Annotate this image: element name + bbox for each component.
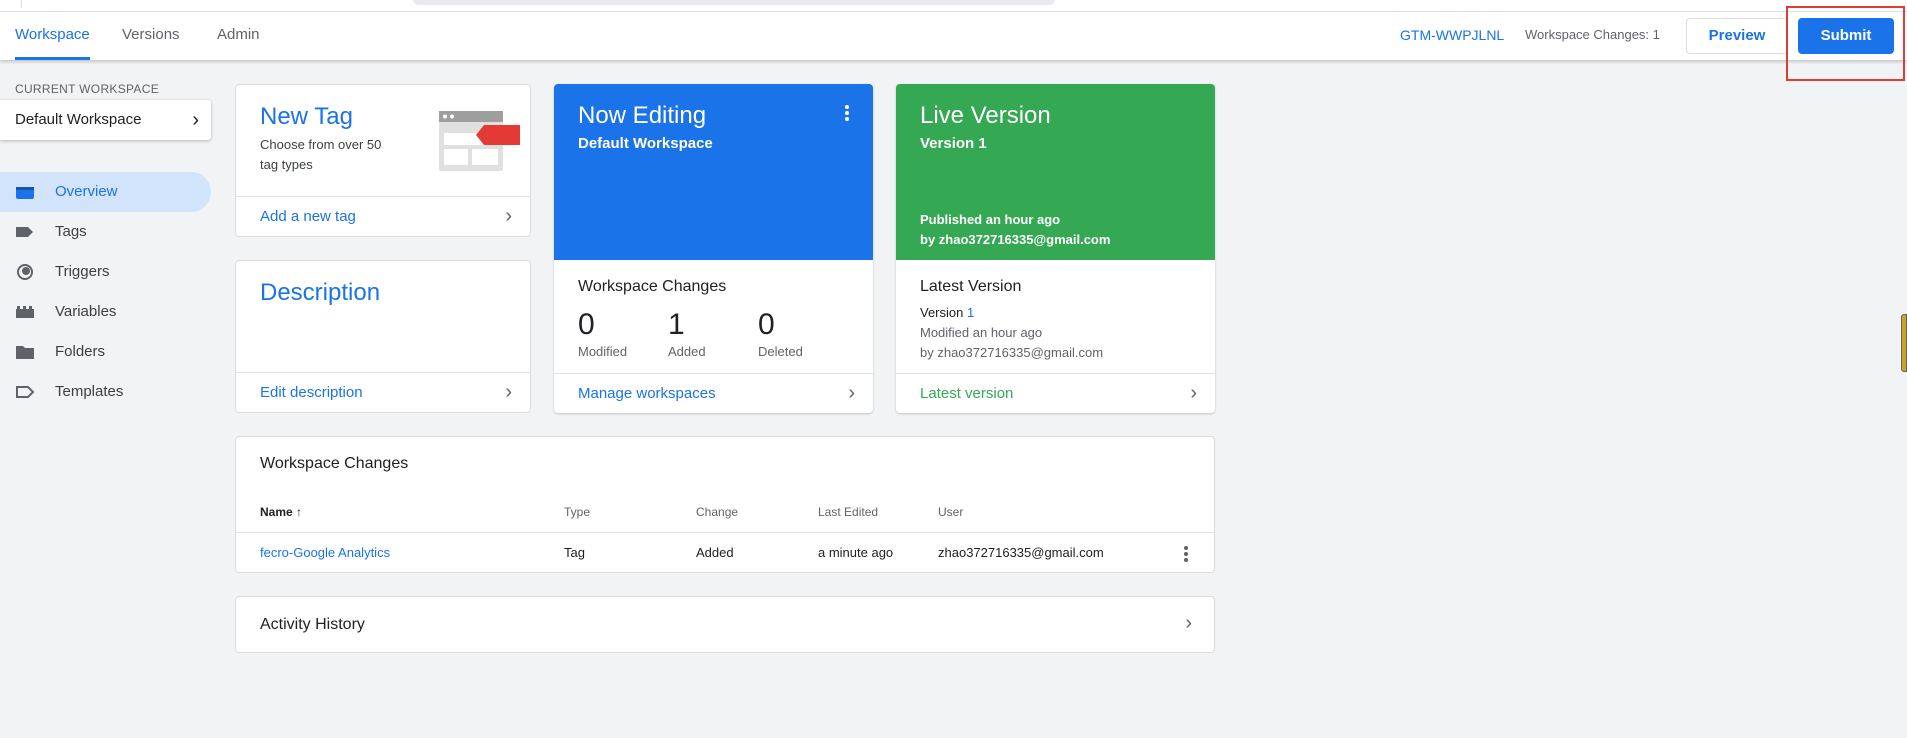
latest-modified: Modified an hour ago [920, 325, 1043, 340]
deleted-count: 0 [758, 308, 775, 341]
sidebar-item-label: Tags [55, 223, 87, 240]
variables-icon [16, 306, 34, 318]
side-panel-handle[interactable] [1901, 314, 1907, 372]
column-header-name[interactable]: Name ↑ [260, 505, 302, 519]
row-last-edited: a minute ago [818, 545, 894, 560]
add-new-tag-link[interactable]: Add a new tag [260, 197, 356, 236]
sidebar-item-templates[interactable]: Templates [0, 372, 211, 412]
latest-by: by zhao372716335@gmail.com [920, 345, 1104, 360]
container-id-link[interactable]: GTM-WWPJLNL [1400, 12, 1504, 60]
divider [21, 0, 22, 8]
latest-version-link[interactable]: Latest version [920, 374, 1013, 413]
workspace-changes-summary: Workspace Changes 0 Modified 1 Added 0 D… [554, 260, 873, 373]
activity-history-row[interactable]: Activity History › [235, 596, 1215, 653]
chevron-right-icon: › [848, 382, 855, 404]
description-card: Description Edit description › [235, 260, 531, 413]
column-header-change[interactable]: Change [696, 505, 738, 519]
trigger-icon [17, 264, 33, 280]
now-editing-header: Now Editing Default Workspace [554, 84, 873, 260]
modified-count: 0 [578, 308, 595, 341]
template-icon [16, 386, 35, 398]
chevron-right-icon: › [505, 381, 512, 403]
latest-version-prefix: Version [920, 305, 967, 320]
row-type: Tag [564, 545, 585, 560]
folder-icon [16, 346, 34, 359]
description-title[interactable]: Description [260, 279, 380, 307]
sidebar-item-folders[interactable]: Folders [0, 332, 211, 372]
new-tag-title[interactable]: New Tag [260, 103, 353, 131]
sidebar-item-variables[interactable]: Variables [0, 292, 211, 332]
app-header: Workspace Versions Admin GTM-WWPJLNL Wor… [0, 12, 1907, 60]
sidebar-item-label: Variables [55, 303, 117, 320]
modified-label: Modified [578, 344, 628, 359]
tag-icon [16, 227, 33, 237]
omnibar-edge [413, 0, 1055, 5]
sidebar-item-label: Triggers [55, 263, 110, 280]
chevron-right-icon: › [1190, 382, 1197, 404]
live-version-title: Live Version [920, 102, 1051, 129]
new-tag-desc-line2: tag types [260, 157, 313, 172]
deleted-label: Deleted [758, 344, 803, 359]
edit-description-link[interactable]: Edit description [260, 373, 363, 412]
arrow-up-icon: ↑ [296, 505, 303, 519]
workspace-changes-table: Workspace Changes Name ↑ Type Change Las… [235, 436, 1215, 573]
now-editing-workspace: Default Workspace [578, 135, 713, 152]
added-count: 1 [668, 308, 685, 341]
column-header-type[interactable]: Type [564, 505, 590, 519]
tab-admin[interactable]: Admin [217, 12, 260, 60]
chevron-right-icon: › [505, 205, 512, 227]
column-header-last-edited[interactable]: Last Edited [818, 505, 878, 519]
live-version-card: Live Version Version 1 Published an hour… [896, 84, 1215, 413]
submit-highlight-box [1786, 6, 1905, 81]
column-header-user[interactable]: User [938, 505, 963, 519]
column-header-label: Name [260, 505, 293, 519]
live-published-time: Published an hour ago [920, 212, 1061, 227]
more-vert-icon[interactable] [1183, 545, 1189, 563]
latest-version-summary: Latest Version Version 1 Modified an hou… [896, 260, 1215, 373]
sidebar-item-overview[interactable]: Overview [0, 172, 211, 212]
tab-workspace[interactable]: Workspace [15, 12, 90, 60]
chevron-right-icon: › [192, 109, 199, 131]
row-name-link[interactable]: fecro-Google Analytics [260, 545, 390, 560]
sidebar-item-label: Templates [55, 383, 124, 400]
live-version-number: Version 1 [920, 135, 987, 152]
now-editing-title: Now Editing [578, 102, 707, 129]
overview-icon [16, 187, 34, 199]
manage-workspaces-row[interactable]: Manage workspaces › [554, 373, 873, 413]
current-workspace-label: CURRENT WORKSPACE [15, 82, 160, 96]
more-vert-icon[interactable] [844, 104, 850, 122]
table-title: Workspace Changes [260, 455, 409, 472]
row-user: zhao372716335@gmail.com [938, 545, 1104, 560]
added-label: Added [668, 344, 706, 359]
workspace-name: Default Workspace [15, 111, 142, 128]
manage-workspaces-link[interactable]: Manage workspaces [578, 374, 716, 413]
table-row[interactable]: fecro-Google Analytics Tag Added a minut… [236, 533, 1214, 572]
edit-description-row[interactable]: Edit description › [236, 372, 530, 412]
live-version-header: Live Version Version 1 Published an hour… [896, 84, 1215, 260]
chevron-right-icon: › [1185, 612, 1192, 634]
sidebar-item-triggers[interactable]: Triggers [0, 252, 211, 292]
new-tag-desc-line1: Choose from over 50 [260, 137, 382, 152]
activity-history-title: Activity History [260, 616, 365, 633]
sidebar-item-tags[interactable]: Tags [0, 212, 211, 252]
sidebar-item-label: Overview [55, 183, 118, 200]
workspace-changes-count: Workspace Changes: 1 [1525, 27, 1660, 42]
workspace-changes-title: Workspace Changes [578, 278, 727, 295]
browser-top-strip [0, 0, 1907, 12]
add-new-tag-row[interactable]: Add a new tag › [236, 196, 530, 236]
workspace-selector[interactable]: Default Workspace › [0, 100, 211, 140]
new-tag-card[interactable]: New Tag Choose from over 50 tag types Ad… [235, 84, 531, 237]
now-editing-card: Now Editing Default Workspace Workspace … [554, 84, 873, 413]
sidebar-item-label: Folders [55, 343, 106, 360]
latest-version-number[interactable]: 1 [967, 305, 974, 320]
latest-version-title: Latest Version [920, 278, 1022, 295]
preview-button[interactable]: Preview [1686, 18, 1788, 54]
live-published-by: by zhao372716335@gmail.com [920, 232, 1111, 247]
row-change: Added [696, 545, 734, 560]
latest-version-line: Version 1 [920, 305, 974, 320]
latest-version-row[interactable]: Latest version › [896, 373, 1215, 413]
new-tag-illustration-icon [439, 111, 520, 171]
tab-versions[interactable]: Versions [122, 12, 180, 60]
